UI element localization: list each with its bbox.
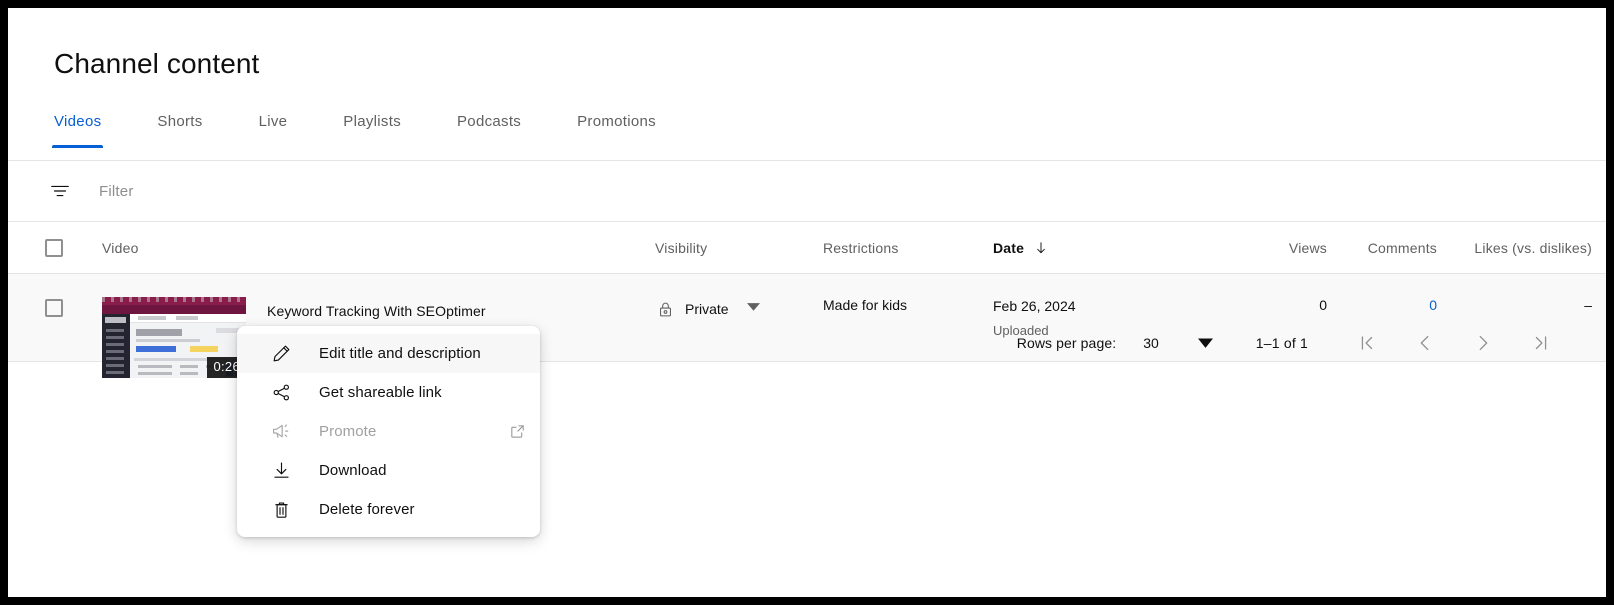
menu-item-label: Delete forever: [319, 501, 415, 518]
views-cell: 0: [1215, 274, 1327, 313]
tab-label: Promotions: [577, 113, 656, 130]
tab-label: Playlists: [343, 113, 401, 130]
download-icon: [269, 459, 293, 483]
table-header-row: Video Visibility Restrictions Date Views…: [8, 222, 1606, 274]
column-header-visibility[interactable]: Visibility: [655, 240, 823, 256]
menu-item-edit-title-and-description[interactable]: Edit title and description: [237, 334, 540, 373]
tab-label: Shorts: [157, 113, 202, 130]
select-all-checkbox[interactable]: [45, 239, 63, 257]
column-header-views[interactable]: Views: [1215, 240, 1327, 256]
rows-per-page-caret-icon[interactable]: [1198, 336, 1213, 351]
channel-content-page: Channel content Videos Shorts Live Playl…: [8, 8, 1606, 597]
menu-item-promote: Promote: [237, 412, 540, 451]
previous-page-button[interactable]: [1404, 323, 1446, 363]
menu-item-download[interactable]: Download: [237, 451, 540, 490]
tab-playlists[interactable]: Playlists: [343, 112, 401, 148]
tab-label: Live: [259, 113, 288, 130]
sort-descending-icon: [1033, 240, 1049, 256]
tab-label: Podcasts: [457, 113, 521, 130]
tab-podcasts[interactable]: Podcasts: [457, 112, 521, 148]
pagination-range: 1–1 of 1: [1256, 335, 1308, 351]
filter-icon[interactable]: [48, 179, 72, 203]
pencil-icon: [269, 342, 293, 366]
content-tabs: Videos Shorts Live Playlists Podcasts Pr…: [54, 112, 656, 160]
column-header-date[interactable]: Date: [993, 240, 1215, 256]
menu-item-get-shareable-link[interactable]: Get shareable link: [237, 373, 540, 412]
external-link-icon: [509, 423, 526, 440]
restrictions-value: Made for kids: [823, 274, 993, 313]
menu-item-label: Edit title and description: [319, 345, 481, 362]
menu-item-label: Download: [319, 462, 387, 479]
page-title: Channel content: [54, 44, 259, 84]
last-page-button[interactable]: [1520, 323, 1562, 363]
likes-cell: –: [1437, 274, 1592, 313]
filter-bar: Filter: [8, 161, 1606, 221]
first-page-button[interactable]: [1346, 323, 1388, 363]
next-page-button[interactable]: [1462, 323, 1504, 363]
tab-promotions[interactable]: Promotions: [577, 112, 656, 148]
column-header-comments[interactable]: Comments: [1327, 240, 1437, 256]
comments-cell: 0: [1327, 274, 1437, 313]
menu-item-label: Promote: [319, 423, 376, 440]
tab-live[interactable]: Live: [259, 112, 288, 148]
column-header-date-label: Date: [993, 240, 1024, 256]
trash-icon: [269, 498, 293, 522]
column-header-restrictions[interactable]: Restrictions: [823, 240, 993, 256]
video-options-context-menu: Edit title and description Get shareable…: [237, 326, 540, 537]
tab-label: Videos: [54, 113, 101, 130]
share-icon: [269, 381, 293, 405]
tab-videos[interactable]: Videos: [54, 112, 101, 148]
rows-per-page-label: Rows per page:: [1017, 335, 1116, 351]
megaphone-icon: [269, 420, 293, 444]
column-header-video[interactable]: Video: [100, 240, 655, 256]
rows-per-page-value[interactable]: 30: [1143, 335, 1159, 351]
filter-input[interactable]: Filter: [99, 183, 134, 200]
pager-controls: [1346, 323, 1562, 363]
menu-item-delete-forever[interactable]: Delete forever: [237, 490, 540, 529]
select-all-cell: [8, 239, 100, 257]
tab-shorts[interactable]: Shorts: [157, 112, 202, 148]
menu-item-label: Get shareable link: [319, 384, 442, 401]
column-header-likes[interactable]: Likes (vs. dislikes): [1437, 240, 1592, 256]
